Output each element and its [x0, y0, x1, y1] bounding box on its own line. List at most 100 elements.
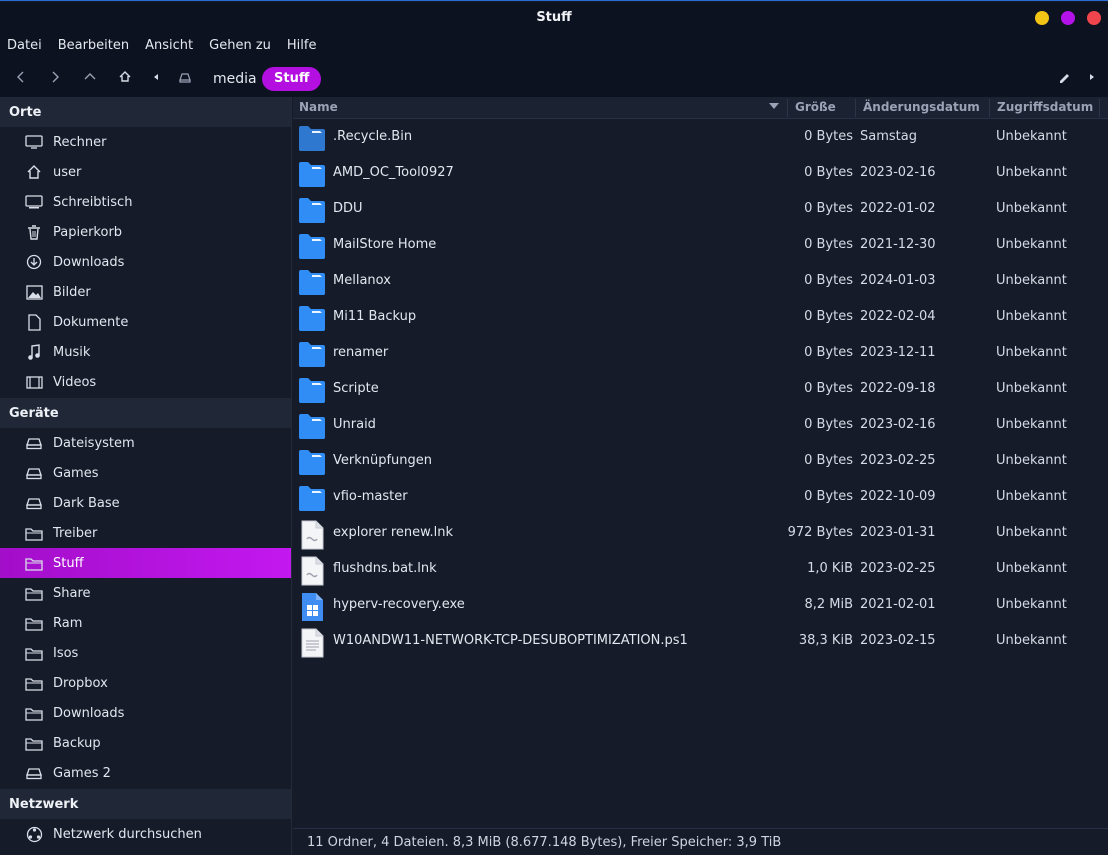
file-accessed: Unbekannt [996, 561, 1067, 576]
table-row[interactable]: MailStore Home 0 Bytes 2021-12-30 Unbekannt [293, 227, 1108, 263]
edit-path-icon[interactable] [1057, 68, 1071, 86]
file-modified: 2023-02-25 [860, 561, 936, 576]
sidebar-item-backup[interactable]: Backup [0, 728, 291, 758]
sidebar-item-dropbox[interactable]: Dropbox [0, 668, 291, 698]
table-row[interactable]: DDU 0 Bytes 2022-01-02 Unbekannt [293, 191, 1108, 227]
sidebar-item-papierkorb[interactable]: Papierkorb [0, 217, 291, 247]
table-row[interactable]: Verknüpfungen 0 Bytes 2023-02-25 Unbekannt [293, 443, 1108, 479]
sidebar-item-stuff[interactable]: Stuff [0, 548, 291, 578]
sidebar-item-label: Backup [53, 735, 101, 751]
folder-icon [25, 734, 43, 752]
sidebar-heading-orte: Orte [0, 97, 291, 127]
file-name: AMD_OC_Tool0927 [333, 165, 454, 180]
file-name: vfio-master [333, 489, 408, 504]
maximize-button[interactable] [1061, 11, 1075, 25]
file-size: 0 Bytes [804, 201, 853, 216]
table-row[interactable]: flushdns.bat.lnk 1,0 KiB 2023-02-25 Unbekan… [293, 551, 1108, 587]
folder-icon [25, 554, 43, 572]
sidebar-item-label: Dateisystem [53, 435, 135, 451]
menu-ansicht[interactable]: Ansicht [145, 33, 201, 59]
file-modified: 2023-01-31 [860, 525, 936, 540]
forward-icon[interactable] [48, 68, 62, 86]
sidebar-item-dokumente[interactable]: Dokumente [0, 307, 291, 337]
table-row[interactable]: Unraid 0 Bytes 2023-02-16 Unbekannt [293, 407, 1108, 443]
file-name: DDU [333, 201, 363, 216]
folder-icon [25, 644, 43, 662]
menu-datei[interactable]: Datei [7, 33, 50, 59]
sidebar-item-label: Schreibtisch [53, 194, 133, 210]
sidebar-item-treiber[interactable]: Treiber [0, 518, 291, 548]
menu-gehen-zu[interactable]: Gehen zu [209, 33, 279, 59]
table-row[interactable]: hyperv-recovery.exe 8,2 MiB 2021-02-01 Unbe… [293, 587, 1108, 623]
desktop-icon [25, 193, 43, 211]
back-icon[interactable] [14, 68, 28, 86]
document-icon [25, 313, 43, 331]
sidebar-item-isos[interactable]: Isos [0, 638, 291, 668]
sidebar-item-bilder[interactable]: Bilder [0, 277, 291, 307]
sidebar-item-dark-base[interactable]: Dark Base [0, 488, 291, 518]
download-icon [25, 253, 43, 271]
column-modified[interactable]: Änderungsdatum [863, 100, 980, 114]
file-modified: 2023-12-11 [860, 345, 936, 360]
sidebar-item-netzwerk-durchsuchen[interactable]: Netzwerk durchsuchen [0, 819, 291, 849]
sidebar-item-schreibtisch[interactable]: Schreibtisch [0, 187, 291, 217]
home-icon[interactable] [117, 68, 133, 86]
file-modified: 2021-02-01 [860, 597, 936, 612]
sidebar-item-games[interactable]: Games [0, 458, 291, 488]
table-row[interactable]: W10ANDW11-NETWORK-TCP-DESUBOPTIMIZATION.… [293, 623, 1108, 659]
folder-icon [298, 232, 326, 260]
table-row[interactable]: vfio-master 0 Bytes 2022-10-09 Unbekannt [293, 479, 1108, 515]
table-row[interactable]: explorer renew.lnk 972 Bytes 2023-01-31 Unb… [293, 515, 1108, 551]
minimize-button[interactable] [1035, 11, 1049, 25]
file-accessed: Unbekannt [996, 597, 1067, 612]
file-modified: 2024-01-03 [860, 273, 936, 288]
drive-icon [25, 434, 43, 452]
table-row[interactable]: Mi11 Backup 0 Bytes 2022-02-04 Unbekannt [293, 299, 1108, 335]
sidebar-item-label: Bilder [53, 284, 91, 300]
sidebar-item-musik[interactable]: Musik [0, 337, 291, 367]
table-row[interactable]: Mellanox 0 Bytes 2024-01-03 Unbekannt [293, 263, 1108, 299]
file-accessed: Unbekannt [996, 489, 1067, 504]
menu-hilfe[interactable]: Hilfe [287, 33, 325, 59]
breadcrumb-left-icon[interactable] [151, 68, 161, 86]
file-name: renamer [333, 345, 389, 360]
breadcrumb-media[interactable]: media [213, 71, 257, 87]
file-accessed: Unbekannt [996, 165, 1067, 180]
folder-icon [25, 524, 43, 542]
file-size: 8,2 MiB [804, 597, 853, 612]
sidebar-item-downloads[interactable]: Downloads [0, 698, 291, 728]
sidebar-item-user[interactable]: user [0, 157, 291, 187]
file-name: Mi11 Backup [333, 309, 417, 324]
sidebar-item-videos[interactable]: Videos [0, 367, 291, 397]
table-row[interactable]: Scripte 0 Bytes 2022-09-18 Unbekannt [293, 371, 1108, 407]
sidebar-item-ram[interactable]: Ram [0, 608, 291, 638]
file-name: Unraid [333, 417, 376, 432]
file-size: 0 Bytes [804, 417, 853, 432]
column-accessed[interactable]: Zugriffsdatum [997, 100, 1093, 114]
table-row[interactable]: .Recycle.Bin 0 Bytes Samstag Unbekannt [293, 119, 1108, 155]
shortcut-file-icon [298, 520, 326, 550]
sidebar-item-label: Dark Base [53, 495, 120, 511]
folder-icon [298, 160, 326, 188]
file-manager-window: Stuff Datei Bearbeiten Ansicht Gehen zu … [0, 0, 1108, 855]
file-size: 0 Bytes [804, 273, 853, 288]
sidebar-item-share[interactable]: Share [0, 578, 291, 608]
menu-bearbeiten[interactable]: Bearbeiten [58, 33, 137, 59]
sidebar-item-rechner[interactable]: Rechner [0, 127, 291, 157]
column-name[interactable]: Name [299, 100, 338, 114]
sidebar-item-downloads[interactable]: Downloads [0, 247, 291, 277]
sidebar-item-games-2[interactable]: Games 2 [0, 758, 291, 788]
folder-icon [25, 614, 43, 632]
sidebar-item-dateisystem[interactable]: Dateisystem [0, 428, 291, 458]
table-row[interactable]: renamer 0 Bytes 2023-12-11 Unbekannt [293, 335, 1108, 371]
breadcrumb-current[interactable]: Stuff [262, 67, 322, 91]
drive-icon[interactable] [177, 68, 193, 86]
file-accessed: Unbekannt [996, 453, 1067, 468]
file-modified: 2023-02-16 [860, 417, 936, 432]
column-size[interactable]: Größe [795, 100, 836, 114]
file-name: W10ANDW11-NETWORK-TCP-DESUBOPTIMIZATION.… [333, 633, 688, 648]
table-row[interactable]: AMD_OC_Tool0927 0 Bytes 2023-02-16 Unbekann… [293, 155, 1108, 191]
up-icon[interactable] [82, 68, 98, 86]
breadcrumb-right-icon[interactable] [1087, 68, 1097, 86]
close-button[interactable] [1087, 11, 1101, 25]
